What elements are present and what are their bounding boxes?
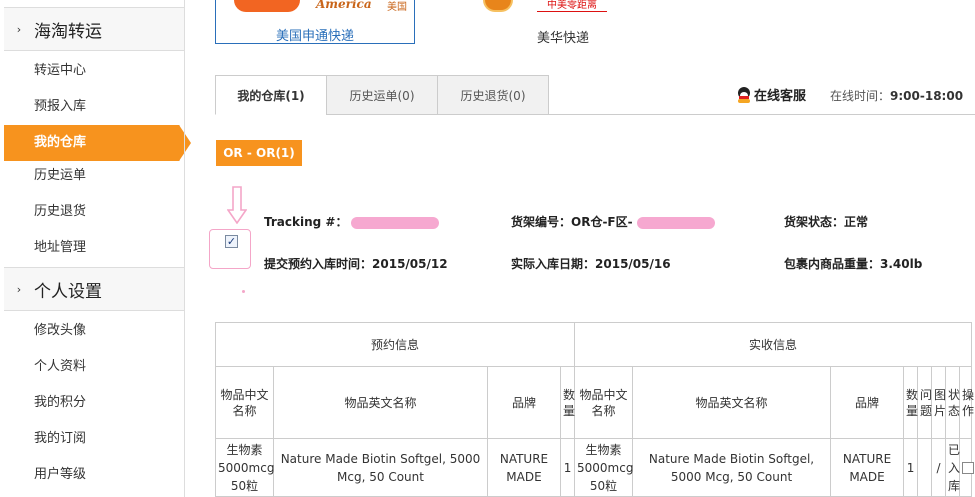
col-image: 图片 — [931, 366, 946, 439]
chevron-right-icon: › — [16, 22, 22, 36]
qq-penguin-icon — [737, 86, 751, 103]
col-brand: 品牌 — [487, 366, 561, 439]
tab-history-returns[interactable]: 历史退货(0) — [437, 75, 549, 115]
cell-received-en-name: Nature Made Biotin Softgel, 5000 Mcg, 50… — [632, 438, 832, 497]
online-hours-value: 9:00-18:00 — [890, 89, 964, 103]
col-en-name: 物品英文名称 — [273, 366, 488, 439]
online-hours: 在线时间：9:00-18:00 — [830, 87, 963, 104]
sidebar-item-change-avatar[interactable]: 修改头像 — [4, 313, 185, 349]
cell-status: 已入库 — [945, 438, 960, 497]
sto-logo-swoosh — [234, 0, 300, 12]
annotation-down-arrow-icon — [227, 186, 247, 224]
cell-received-cn-name: 生物素5000mcg 50粒 — [574, 438, 633, 497]
submit-time: 提交预约入库时间：2015/05/12 — [264, 255, 448, 272]
received-info-header: 实收信息 — [574, 322, 973, 367]
cell-qty: 1 — [559, 438, 576, 497]
sidebar-group-label: 海淘转运 — [34, 21, 102, 42]
logo-america-cn-text: 美国 — [387, 2, 407, 13]
cell-brand: NATURE MADE — [487, 438, 561, 497]
row-action-checkbox[interactable] — [962, 462, 975, 474]
actual-date-value: 2015/05/16 — [595, 257, 671, 271]
package-select-checkbox[interactable]: ✓ — [225, 235, 238, 248]
redacted-mask — [636, 216, 715, 229]
weight-label: 包裹内商品重量： — [784, 257, 881, 271]
shelf-number: 货架编号：OR仓-F区- — [511, 213, 715, 230]
sidebar-group-transshipment[interactable]: › 海淘转运 — [4, 7, 185, 51]
sidebar-item-transfer-center[interactable]: 转运中心 — [4, 53, 185, 89]
carrier-name-meihua[interactable]: 美华快递 — [537, 27, 589, 46]
weight-value: 3.40lb — [880, 257, 923, 271]
shelf-status: 货架状态：正常 — [784, 213, 868, 230]
cell-problem — [917, 438, 933, 497]
redacted-mask — [351, 216, 440, 229]
cell-en-name: Nature Made Biotin Softgel, 5000 Mcg, 50… — [273, 438, 488, 497]
col-cn-name: 物品中文名称 — [215, 366, 274, 439]
booking-info-header: 预约信息 — [214, 322, 576, 367]
cell-actions — [959, 438, 975, 497]
sidebar: › 海淘转运 转运中心 预报入库 我的仓库 历史运单 历史退货 地址管理 › 个… — [0, 0, 191, 497]
actual-date-label: 实际入库日期： — [511, 257, 596, 271]
tracking-number: Tracking #： — [264, 213, 440, 230]
tab-history-waybills[interactable]: 历史运单(0) — [326, 75, 438, 115]
sidebar-group-label: 个人设置 — [34, 281, 102, 302]
submit-time-label: 提交预约入库时间： — [264, 257, 373, 271]
sidebar-item-user-level[interactable]: 用户等级 — [4, 457, 185, 493]
shelf-label: 货架编号：OR仓-F区- — [511, 215, 633, 229]
col-status: 状态 — [945, 366, 960, 439]
sidebar-item-history-waybills[interactable]: 历史运单 — [4, 158, 185, 194]
online-service-link[interactable]: 在线客服 — [737, 85, 806, 104]
logo-america-text: America — [316, 0, 372, 11]
online-service-label: 在线客服 — [754, 89, 807, 104]
shelf-status-label: 货架状态： — [784, 215, 845, 229]
sidebar-divider — [184, 0, 185, 497]
actual-storage-date: 实际入库日期：2015/05/16 — [511, 255, 671, 272]
chevron-right-icon: › — [16, 282, 22, 296]
sto-express-logo-card[interactable]: America 美国 美国申通快递 — [215, 0, 415, 44]
cell-cn-name: 生物素5000mcg 50粒 — [215, 438, 274, 497]
package-items-table: 预约信息 实收信息 物品中文名称 物品英文名称 品牌 数量 物品中文名称 物品英… — [214, 322, 975, 497]
sidebar-item-points[interactable]: 我的积分 — [4, 385, 185, 421]
col-actions: 操作 — [959, 366, 974, 439]
warehouse-tag[interactable]: OR - OR(1) — [216, 140, 302, 166]
col-received-en-name: 物品英文名称 — [632, 366, 832, 439]
sidebar-item-my-warehouse[interactable]: 我的仓库 — [4, 125, 191, 161]
col-received-cn-name: 物品中文名称 — [574, 366, 634, 439]
cell-received-qty: 1 — [903, 438, 919, 497]
sidebar-item-profile[interactable]: 个人资料 — [4, 349, 185, 385]
sidebar-item-history-returns[interactable]: 历史退货 — [4, 194, 185, 230]
col-qty: 数量 — [559, 366, 576, 439]
col-received-qty: 数量 — [903, 366, 918, 439]
package-weight: 包裹内商品重量：3.40lb — [784, 255, 922, 272]
tab-my-warehouse[interactable]: 我的仓库(1) — [215, 75, 327, 115]
logo-slogan: 中美零距离 — [537, 0, 607, 12]
online-hours-label: 在线时间： — [830, 89, 891, 103]
col-problem: 问题 — [917, 366, 932, 439]
sidebar-item-forecast-storage[interactable]: 预报入库 — [4, 89, 185, 125]
col-received-brand: 品牌 — [830, 366, 905, 439]
cell-received-brand: NATURE MADE — [830, 438, 905, 497]
meihua-shield-icon — [483, 0, 513, 12]
sidebar-item-subscriptions[interactable]: 我的订阅 — [4, 421, 185, 457]
annotation-dot — [242, 290, 245, 293]
sidebar-item-address-management[interactable]: 地址管理 — [4, 230, 185, 266]
shelf-status-value: 正常 — [844, 215, 869, 229]
table-row: 生物素5000mcg 50粒 Nature Made Biotin Softge… — [215, 438, 975, 497]
tracking-label: Tracking #： — [264, 215, 348, 229]
submit-time-value: 2015/05/12 — [372, 257, 448, 271]
cell-image[interactable]: / — [931, 438, 947, 497]
sidebar-group-personal-settings[interactable]: › 个人设置 — [4, 267, 185, 311]
carrier-name-sto: 美国申通快递 — [275, 29, 354, 44]
